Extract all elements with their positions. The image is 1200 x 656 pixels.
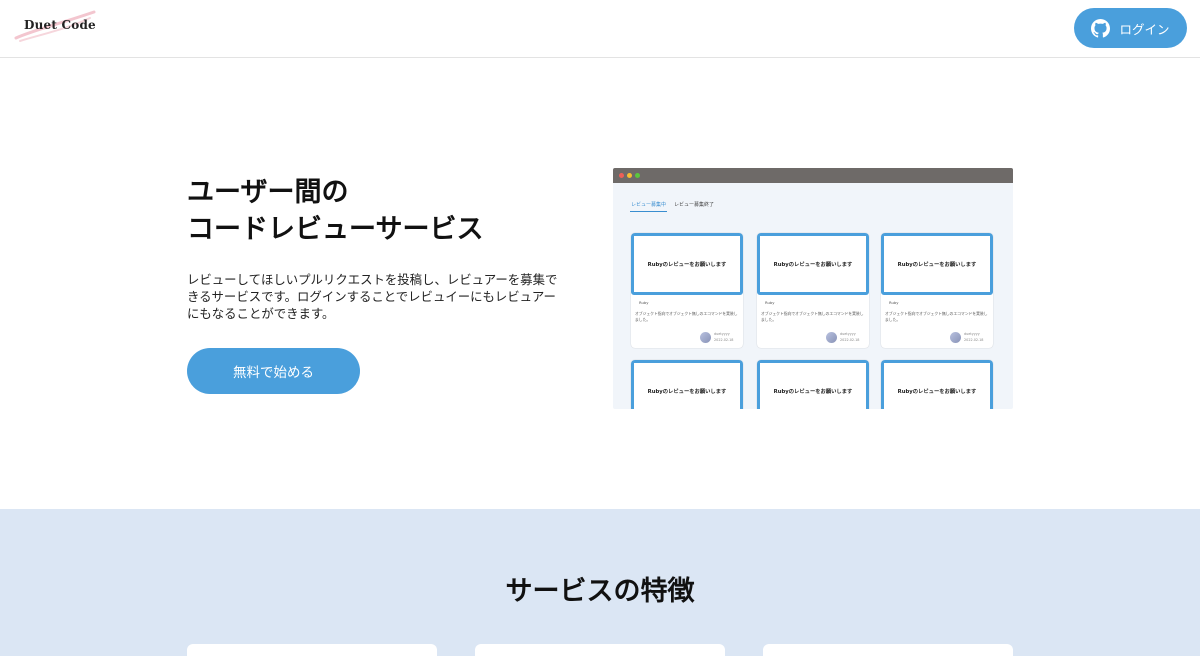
window-close-dot	[619, 173, 624, 178]
preview-card-user: duetyyyy	[714, 332, 730, 336]
preview-card-thumbnail: Rubyのレビューをお願いします	[757, 233, 869, 295]
features-section: サービスの特徴	[0, 509, 1200, 656]
hero-title: ユーザー間の コードレビューサービス	[187, 174, 483, 248]
preview-card-user: duetyyyy	[840, 332, 856, 336]
github-icon	[1091, 18, 1111, 38]
site-header: Duet Code ログイン	[0, 0, 1200, 58]
preview-card-date: 2022.02.18	[840, 338, 860, 342]
preview-card-date: 2022.02.18	[714, 338, 734, 342]
logo-text: Duet Code	[24, 18, 96, 32]
preview-card: Rubyのレビューをお願いします Ruby オブジェクト指向でオブジェクト無しの…	[631, 233, 743, 348]
preview-card-description: オブジェクト指向でオブジェクト無しのエコマンドを実装しました。	[885, 311, 988, 322]
preview-card-description: オブジェクト指向でオブジェクト無しのエコマンドを実装しました。	[635, 311, 738, 322]
hero-title-line1: ユーザー間の	[187, 177, 349, 208]
preview-card: Rubyのレビューをお願いします	[881, 360, 993, 409]
preview-card-thumbnail: Rubyのレビューをお願いします	[881, 360, 993, 409]
preview-card: Rubyのレビューをお願いします Ruby オブジェクト指向でオブジェクト無しの…	[757, 233, 869, 348]
app-preview-image: レビュー募集中 レビュー募集終了 Rubyのレビューをお願いします Ruby オ…	[613, 168, 1013, 409]
logo[interactable]: Duet Code	[14, 8, 100, 44]
feature-card	[187, 644, 437, 656]
preview-card-user: duetyyyy	[964, 332, 980, 336]
login-label: ログイン	[1119, 21, 1170, 37]
preview-tab-open: レビュー募集中	[631, 202, 667, 208]
preview-card-date: 2022.02.18	[964, 338, 984, 342]
start-free-button[interactable]: 無料で始める	[187, 348, 360, 394]
avatar	[950, 332, 961, 343]
preview-window-bar	[613, 168, 1013, 183]
features-title: サービスの特徴	[505, 576, 695, 607]
preview-card-tag: Ruby	[639, 300, 649, 305]
preview-card: Rubyのレビューをお願いします	[757, 360, 869, 409]
preview-card-tag: Ruby	[765, 300, 775, 305]
avatar	[826, 332, 837, 343]
preview-card-tag: Ruby	[889, 300, 899, 305]
window-maximize-dot	[635, 173, 640, 178]
preview-tab-closed: レビュー募集終了	[674, 202, 715, 208]
preview-card-thumbnail: Rubyのレビューをお願いします	[757, 360, 869, 409]
feature-card	[763, 644, 1013, 656]
preview-card: Rubyのレビューをお願いします Ruby オブジェクト指向でオブジェクト無しの…	[881, 233, 993, 348]
feature-card	[475, 644, 725, 656]
avatar	[700, 332, 711, 343]
start-free-label: 無料で始める	[233, 365, 314, 381]
preview-card-thumbnail: Rubyのレビューをお願いします	[881, 233, 993, 295]
hero-title-line2: コードレビューサービス	[187, 214, 484, 245]
login-button[interactable]: ログイン	[1074, 8, 1187, 48]
preview-card-thumbnail: Rubyのレビューをお願いします	[631, 360, 743, 409]
window-minimize-dot	[627, 173, 632, 178]
preview-card-thumbnail: Rubyのレビューをお願いします	[631, 233, 743, 295]
preview-tab-underline	[630, 211, 667, 212]
hero-description: レビューしてほしいプルリクエストを投稿し、レビュアーを募集できるサービスです。ロ…	[187, 272, 558, 321]
preview-card-description: オブジェクト指向でオブジェクト無しのエコマンドを実装しました。	[761, 311, 864, 322]
preview-card: Rubyのレビューをお願いします	[631, 360, 743, 409]
